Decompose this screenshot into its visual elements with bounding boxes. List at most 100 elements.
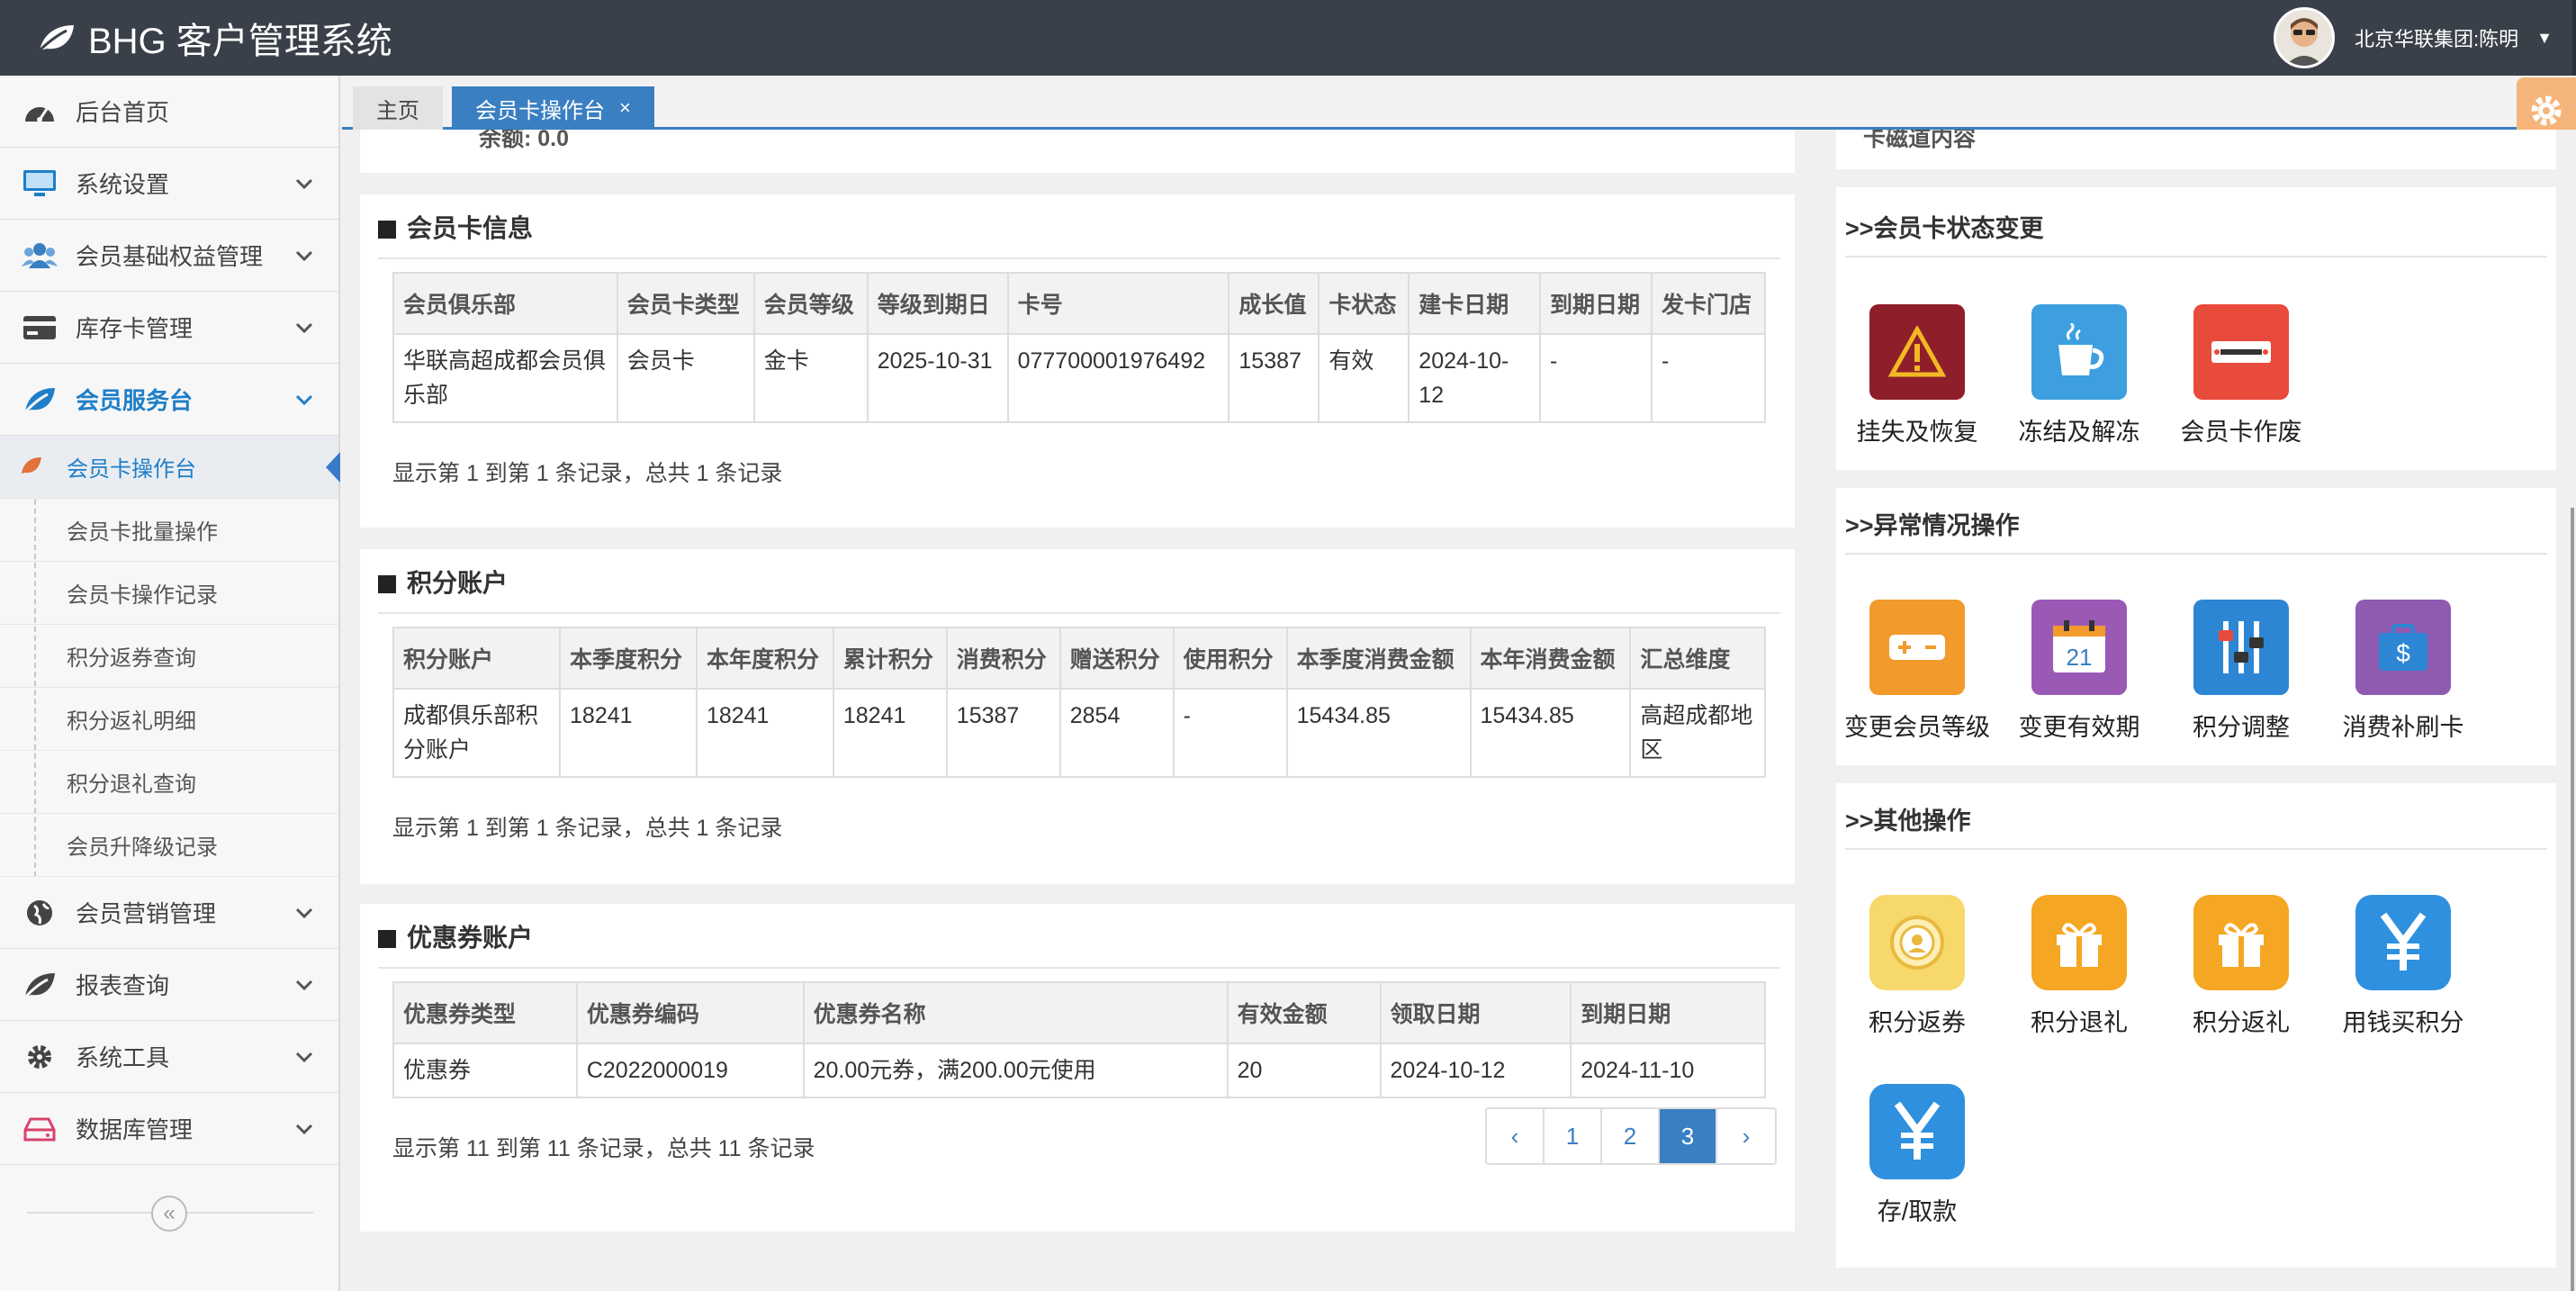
column-header[interactable]: 使用积分 [1172, 627, 1288, 690]
scrollbar-track[interactable] [2571, 508, 2574, 1291]
column-header[interactable]: 本年度积分 [695, 627, 834, 690]
chevron-down-icon[interactable] [292, 315, 317, 340]
column-header[interactable]: 有效金额 [1226, 981, 1382, 1044]
table-cell: 20.00元券，满200.00元使用 [802, 1043, 1229, 1098]
tab-bar: 主页 会员卡操作台 × [342, 76, 2576, 130]
table-cell: 15387 [1228, 333, 1320, 423]
column-header[interactable]: 会员等级 [752, 272, 869, 335]
change-level-button[interactable]: 变更会员等级 [1836, 600, 1998, 743]
column-header[interactable]: 优惠券编码 [575, 981, 805, 1044]
column-header[interactable]: 到期日期 [1570, 981, 1766, 1044]
column-header[interactable]: 等级到期日 [866, 272, 1009, 335]
sidebar-subitem-batch[interactable]: 会员卡批量操作 [0, 499, 338, 562]
sidebar-subitem-card-console[interactable]: 会员卡操作台 [0, 436, 340, 499]
table-cell: 15387 [945, 688, 1061, 778]
record-count: 显示第 1 到第 1 条记录，总共 1 条记录 [392, 816, 783, 841]
divider [1845, 256, 2547, 257]
sidebar-item-marketing[interactable]: 会员营销管理 [0, 877, 338, 949]
section-title: >>异常情况操作 [1845, 512, 2020, 539]
sidebar-subitem-records[interactable]: 会员卡操作记录 [0, 562, 338, 625]
column-header[interactable]: 卡号 [1006, 272, 1230, 335]
column-header[interactable]: 领取日期 [1379, 981, 1572, 1044]
pagination-page-current[interactable]: 3 [1660, 1109, 1717, 1163]
pagination-page[interactable]: 2 [1602, 1109, 1660, 1163]
close-icon[interactable]: × [619, 96, 631, 120]
pagination-next[interactable]: › [1717, 1109, 1775, 1163]
column-header[interactable]: 优惠券名称 [802, 981, 1229, 1044]
column-header[interactable]: 发卡门店 [1650, 272, 1767, 335]
chevron-down-icon[interactable] [292, 1044, 317, 1070]
caret-down-icon[interactable]: ▼ [2536, 29, 2553, 48]
sidebar-item-system-tools[interactable]: 系统工具 [0, 1021, 338, 1093]
chevron-down-icon[interactable] [292, 1116, 317, 1142]
re-swipe-button[interactable]: $ 消费补刷卡 [2322, 600, 2484, 743]
column-header[interactable]: 卡状态 [1318, 272, 1410, 335]
sidebar-item-member-rights[interactable]: 会员基础权益管理 [0, 220, 338, 292]
points-return-gift-button[interactable]: 积分退礼 [1998, 895, 2160, 1038]
column-header[interactable]: 成长值 [1228, 272, 1320, 335]
column-header[interactable]: 优惠券类型 [392, 981, 578, 1044]
column-header[interactable]: 会员俱乐部 [392, 272, 618, 335]
chevron-down-icon[interactable] [292, 972, 317, 998]
sidebar-subitem-points-coupon[interactable]: 积分返券查询 [0, 625, 338, 688]
tab-home[interactable]: 主页 [353, 86, 443, 130]
points-gift-button[interactable]: 积分返礼 [2160, 895, 2322, 1038]
table-row[interactable]: 优惠券 C2022000019 20.00元券，满200.00元使用 20 20… [392, 1043, 1766, 1098]
column-header[interactable]: 消费积分 [945, 627, 1061, 690]
freeze-button[interactable]: 冻结及解冻 [1998, 304, 2160, 447]
card-info-panel: 会员卡信息 会员俱乐部 会员卡类型 会员等级 等级到期日 卡号 成长值 卡状态 … [360, 194, 1795, 528]
change-validity-button[interactable]: 21 变更有效期 [1998, 600, 2160, 743]
column-header[interactable]: 本年消费金额 [1469, 627, 1632, 690]
report-loss-button[interactable]: 挂失及恢复 [1836, 304, 1998, 447]
pagination-page[interactable]: 1 [1545, 1109, 1602, 1163]
chevron-down-icon[interactable] [292, 243, 317, 268]
sidebar-item-label: 系统设置 [76, 171, 170, 198]
razor-blade-icon [2193, 304, 2289, 400]
calendar-day: 21 [2067, 644, 2093, 671]
chevron-down-icon[interactable] [292, 171, 317, 196]
coffee-cup-icon [2031, 304, 2127, 400]
sidebar-item-stock-cards[interactable]: 库存卡管理 [0, 292, 338, 364]
user-menu[interactable]: 北京华联集团:陈明 ▼ [2274, 0, 2576, 76]
sidebar-item-reports[interactable]: 报表查询 [0, 949, 338, 1021]
sidebar-item-system-settings[interactable]: 系统设置 [0, 148, 338, 220]
column-header[interactable]: 积分账户 [392, 627, 562, 690]
column-header[interactable]: 赠送积分 [1058, 627, 1175, 690]
pagination-prev[interactable]: ‹ [1487, 1109, 1545, 1163]
column-header[interactable]: 会员卡类型 [616, 272, 755, 335]
buy-points-button[interactable]: 用钱买积分 [2322, 895, 2484, 1038]
leaf-icon [22, 382, 58, 418]
column-header[interactable]: 本季度积分 [559, 627, 698, 690]
column-header[interactable]: 本季度消费金额 [1285, 627, 1472, 690]
table-cell: C2022000019 [575, 1043, 805, 1098]
adjust-points-button[interactable]: 积分调整 [2160, 600, 2322, 743]
sidebar-item-member-service[interactable]: 会员服务台 [0, 364, 338, 436]
tab-card-console[interactable]: 会员卡操作台 × [452, 86, 654, 130]
points-coupon-button[interactable]: 积分返券 [1836, 895, 1998, 1038]
tab-label: 主页 [376, 98, 419, 123]
column-header[interactable]: 到期日期 [1539, 272, 1653, 335]
sidebar-subitem-points-gift[interactable]: 积分返礼明细 [0, 688, 338, 751]
sidebar-item-dashboard[interactable]: 后台首页 [0, 76, 338, 148]
app-brand[interactable]: BHG 客户管理系统 [36, 13, 392, 63]
avatar[interactable] [2274, 7, 2336, 68]
table-row[interactable]: 华联高超成都会员俱乐部 会员卡 金卡 2025-10-31 0777000019… [392, 333, 1767, 423]
chevron-down-icon[interactable] [292, 387, 317, 412]
deposit-withdraw-button[interactable]: 存/取款 [1836, 1084, 1998, 1227]
void-card-button[interactable]: 会员卡作废 [2160, 304, 2322, 447]
chevron-down-icon[interactable] [292, 900, 317, 925]
table-cell: - [1650, 333, 1767, 423]
column-header[interactable]: 累计积分 [832, 627, 948, 690]
sidebar-item-database[interactable]: 数据库管理 [0, 1093, 338, 1165]
coupons-panel: 优惠券账户 优惠券类型 优惠券编码 优惠券名称 有效金额 领取日期 到期日期 优… [360, 904, 1795, 1232]
divider [378, 612, 1780, 614]
column-header[interactable]: 建卡日期 [1408, 272, 1542, 335]
database-icon [22, 1111, 58, 1147]
collapse-sidebar-button[interactable]: « [151, 1196, 187, 1232]
column-header[interactable]: 汇总维度 [1629, 627, 1766, 690]
sidebar-subitem-points-return[interactable]: 积分退礼查询 [0, 751, 338, 814]
sidebar-item-label: 库存卡管理 [76, 315, 194, 342]
table-row[interactable]: 成都俱乐部积分账户 18241 18241 18241 15387 2854 -… [392, 688, 1766, 778]
sidebar-subitem-level-change[interactable]: 会员升降级记录 [0, 814, 338, 877]
op-label: 冻结及解冻 [2018, 419, 2140, 446]
